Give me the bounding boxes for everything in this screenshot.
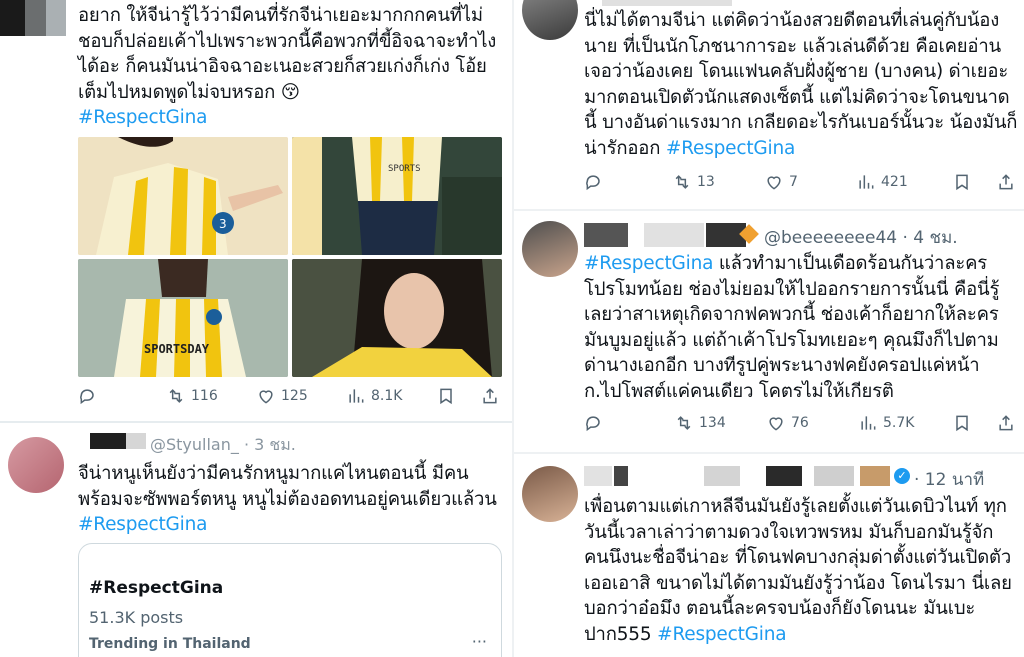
trend-count: 51.3K posts — [89, 608, 184, 627]
display-name-redacted — [766, 466, 802, 486]
hashtag-link[interactable]: #RespectGina — [584, 253, 713, 274]
photo-pointing[interactable]: 3 — [78, 137, 288, 255]
trend-label: Trending in Thailand — [89, 636, 251, 652]
hashtag-link[interactable]: #RespectGina — [657, 624, 786, 645]
display-name-redacted — [644, 223, 704, 247]
display-name-redacted — [814, 466, 854, 486]
photo-smile[interactable] — [292, 259, 502, 377]
bookmark-button[interactable] — [952, 413, 972, 433]
reply-icon — [586, 175, 600, 191]
bookmark-icon — [956, 174, 968, 191]
avatar[interactable] — [522, 466, 578, 522]
heart-icon — [259, 390, 273, 404]
views-button[interactable]: 8.1K — [346, 386, 402, 406]
reply-button[interactable] — [584, 413, 604, 433]
bookmark-icon — [956, 415, 968, 432]
display-name-redacted — [126, 433, 146, 449]
repost-button[interactable]: 116 — [166, 386, 218, 406]
share-icon — [999, 415, 1013, 431]
repost-icon — [675, 175, 689, 189]
post-bottom-left: @Styullan_ · 3 ชม. จีน่าหนูเห็นยังว่ามีค… — [0, 423, 512, 657]
bookmark-button[interactable] — [952, 172, 972, 192]
reply-button[interactable] — [78, 386, 98, 406]
like-count: 7 — [789, 174, 798, 190]
svg-text:SPORTSDAY: SPORTSDAY — [144, 342, 210, 356]
verified-badge-icon: ✓ — [894, 468, 910, 484]
heart-icon — [767, 176, 781, 190]
more-icon[interactable]: ··· — [472, 632, 487, 651]
reply-icon — [80, 389, 94, 405]
repost-icon — [169, 389, 183, 403]
trend-card[interactable]: #RespectGina 51.3K posts Trending in Tha… — [78, 543, 502, 657]
view-count: 5.7K — [883, 415, 915, 431]
post-text: #RespectGina แล้วทำมาเป็นเดือดร้อนกันว่า… — [584, 253, 1000, 402]
display-name-redacted — [704, 466, 740, 486]
hashtag-link[interactable]: #RespectGina — [78, 105, 508, 131]
display-name-redacted — [860, 466, 890, 486]
views-button[interactable]: 421 — [856, 172, 908, 192]
views-chart-icon — [349, 389, 364, 403]
bookmark-icon — [440, 388, 452, 405]
like-button[interactable]: 76 — [766, 413, 809, 433]
repost-count: 134 — [699, 415, 726, 431]
bookmark-button[interactable] — [436, 386, 456, 406]
reply-button[interactable] — [584, 172, 604, 192]
like-button[interactable]: 7 — [764, 172, 798, 192]
handle-and-time: @beeeeeeee44 · 4 ชม. — [764, 228, 958, 248]
view-count: 8.1K — [371, 388, 403, 404]
repost-count: 13 — [697, 174, 715, 190]
display-name-redacted — [584, 466, 612, 486]
photo-sportsday[interactable]: SPORTSDAY — [78, 259, 288, 377]
avatar[interactable] — [0, 0, 66, 36]
action-bar: 13 7 421 — [584, 172, 1022, 198]
photo-standing[interactable]: SPORTS — [292, 137, 502, 255]
avatar[interactable] — [522, 221, 578, 277]
post-text: จีน่าหนูเห็นยังว่ามีคนรักหนูมากแค่ไหนตอน… — [78, 461, 508, 538]
share-icon — [999, 174, 1013, 190]
views-chart-icon — [859, 175, 874, 189]
hashtag-link[interactable]: #RespectGina — [78, 512, 508, 538]
reply-icon — [586, 416, 600, 432]
display-name-redacted — [614, 466, 628, 486]
repost-icon — [677, 416, 691, 430]
repost-button[interactable]: 13 — [672, 172, 715, 192]
handle-and-time: @Styullan_ · 3 ชม. — [150, 435, 296, 454]
display-name-redacted — [90, 433, 126, 449]
display-name-redacted — [602, 0, 732, 6]
post-text: อยาก ให้จีน่ารู้ไว้ว่ามีคนที่รักจีน่าเยอ… — [78, 3, 508, 131]
like-count: 76 — [791, 415, 809, 431]
trend-title: #RespectGina — [89, 578, 224, 598]
post-top-right: นี่ไม่ได้ตามจีน่า แต่คิดว่าน้องสวยดีตอนท… — [514, 0, 1024, 208]
post-text: เพื่อนตามแต่เกาหลีจีนมันยังรู้เลยตั้งแต่… — [584, 496, 1012, 645]
views-chart-icon — [861, 416, 876, 430]
share-button[interactable] — [996, 172, 1016, 192]
views-button[interactable]: 5.7K — [858, 413, 914, 433]
avatar[interactable] — [522, 0, 578, 40]
avatar[interactable] — [8, 437, 64, 493]
action-bar: 134 76 5.7K — [584, 413, 1022, 439]
repost-count: 116 — [191, 388, 218, 404]
repost-button[interactable]: 134 — [674, 413, 726, 433]
heart-icon — [769, 417, 783, 431]
post-middle-right: @beeeeeeee44 · 4 ชม. #RespectGina แล้วทำ… — [514, 211, 1024, 451]
like-button[interactable]: 125 — [256, 386, 308, 406]
post-time: · 12 นาที — [914, 470, 985, 490]
like-count: 125 — [281, 388, 308, 404]
post-bottom-right: ✓ · 12 นาที เพื่อนตามแต่เกาหลีจีนมันยังร… — [514, 454, 1024, 657]
post-text: นี่ไม่ได้ตามจีน่า แต่คิดว่าน้องสวยดีตอนท… — [584, 10, 1018, 159]
svg-text:SPORTS: SPORTS — [388, 164, 421, 174]
post-top-left: อยาก ให้จีน่ารู้ไว้ว่ามีคนที่รักจีน่าเยอ… — [0, 0, 512, 420]
view-count: 421 — [881, 174, 908, 190]
share-icon — [483, 388, 497, 404]
hashtag-link[interactable]: #RespectGina — [666, 138, 795, 159]
display-name-redacted — [584, 223, 628, 247]
share-button[interactable] — [996, 413, 1016, 433]
share-button[interactable] — [480, 386, 500, 406]
action-bar: 116 125 8.1K — [78, 386, 508, 412]
svg-text:3: 3 — [219, 217, 227, 231]
